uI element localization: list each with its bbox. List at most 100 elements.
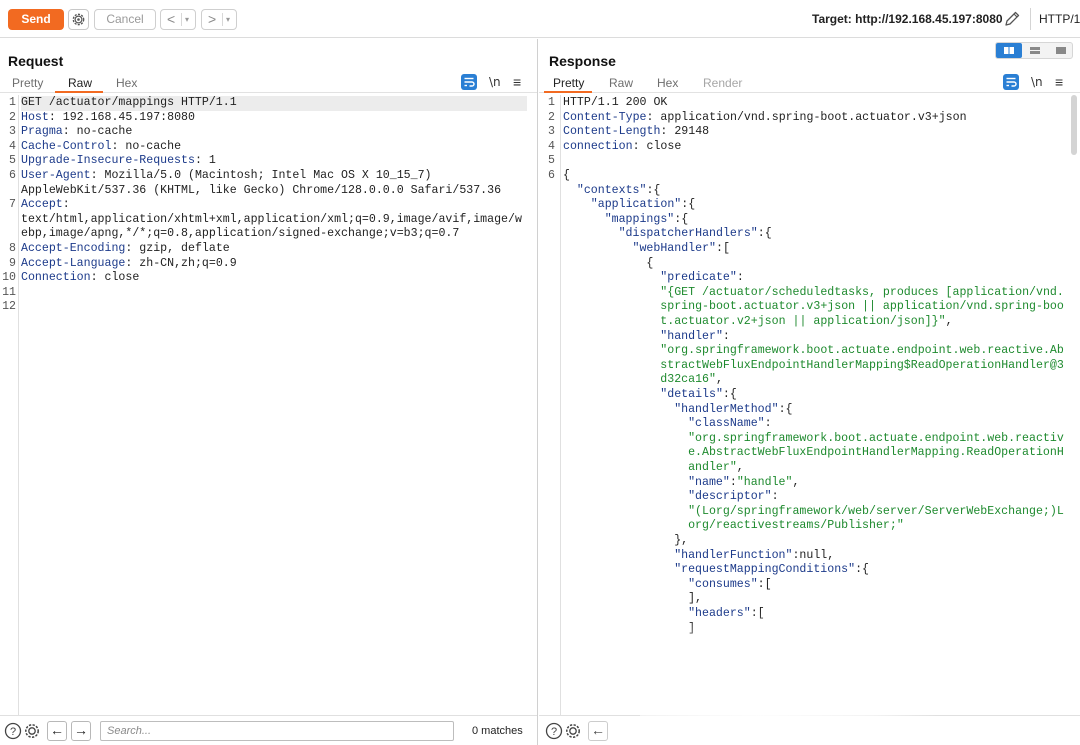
json-key: "handlerFunction" bbox=[674, 548, 793, 562]
target-label: Target: http://192.168.45.197:8080 bbox=[812, 12, 1003, 26]
json-key: "className" bbox=[688, 417, 765, 431]
help-icon[interactable]: ? bbox=[4, 722, 22, 740]
json-punctuation: :{ bbox=[674, 212, 689, 226]
code-line: connection: close bbox=[563, 140, 681, 155]
code-line: stractWebFluxEndpointHandlerMapping$Read… bbox=[660, 359, 1064, 374]
line-number: 1 bbox=[9, 96, 16, 109]
columns-icon bbox=[1004, 47, 1014, 54]
search-prev-button[interactable]: ← bbox=[47, 721, 67, 741]
code-line: Pragma: no-cache bbox=[21, 125, 132, 140]
json-key: Content-Type bbox=[563, 110, 647, 124]
history-back-button[interactable]: < ▾ bbox=[160, 9, 196, 30]
hamburger-menu-icon[interactable]: ≡ bbox=[513, 74, 529, 90]
help-icon[interactable]: ? bbox=[545, 722, 563, 740]
request-panel: Request Pretty Raw Hex \n ≡ 1 GET /actuat… bbox=[0, 39, 538, 745]
hamburger-menu-icon[interactable]: ≡ bbox=[1055, 74, 1071, 90]
vertical-scrollbar[interactable] bbox=[1071, 95, 1077, 155]
search-next-button[interactable]: → bbox=[71, 721, 91, 741]
response-tabs: Pretty Raw Hex Render bbox=[539, 73, 1080, 93]
newline-icon[interactable]: \n bbox=[1031, 74, 1047, 90]
tab-hex[interactable]: Hex bbox=[116, 76, 137, 90]
header-value: no-cache bbox=[69, 125, 133, 139]
tab-raw[interactable]: Raw bbox=[609, 76, 633, 90]
json-key: "consumes" bbox=[688, 577, 758, 591]
line-number: 3 bbox=[9, 125, 16, 139]
json-punctuation: : bbox=[771, 490, 779, 504]
wrap-lines-icon bbox=[1006, 77, 1017, 87]
wrap-lines-button[interactable] bbox=[1003, 74, 1019, 90]
tab-hex[interactable]: Hex bbox=[657, 76, 678, 90]
wrap-lines-button[interactable] bbox=[461, 74, 477, 90]
json-key: "headers" bbox=[688, 607, 751, 620]
code-line: "org.springframework.boot.actuate.endpoi… bbox=[688, 432, 1064, 447]
settings-gear-icon[interactable] bbox=[23, 722, 41, 740]
search-prev-button[interactable]: ← bbox=[588, 721, 608, 741]
settings-gear-icon[interactable] bbox=[564, 722, 582, 740]
code-line: "org.springframework.boot.actuate.endpoi… bbox=[660, 344, 1064, 359]
json-key: "webHandler" bbox=[632, 242, 717, 255]
code-line: "className": bbox=[688, 417, 772, 432]
layout-toggle[interactable] bbox=[995, 42, 1073, 59]
header-value: Mozilla/5.0 (Macintosh; Intel Mac OS X 1… bbox=[97, 169, 432, 182]
tab-raw[interactable]: Raw bbox=[68, 76, 92, 90]
code-line: "mappings":{ bbox=[605, 213, 689, 228]
edit-target-button[interactable] bbox=[1002, 9, 1022, 29]
svg-text:?: ? bbox=[10, 726, 16, 738]
header-colon: : bbox=[62, 125, 70, 139]
tab-render[interactable]: Render bbox=[703, 76, 742, 90]
json-key: "mappings" bbox=[604, 212, 675, 226]
code-line: }, bbox=[674, 534, 688, 549]
chevron-down-icon[interactable]: ▾ bbox=[226, 14, 230, 26]
cancel-button[interactable]: Cancel bbox=[94, 9, 156, 30]
header-value: 192.168.45.197:8080 bbox=[55, 110, 195, 124]
json-punctuation: , bbox=[792, 475, 800, 489]
response-editor[interactable]: 1 HTTP/1.1 200 OK 2 Content-Type: applicati… bbox=[539, 95, 1080, 715]
header-name: Accept-Encoding bbox=[21, 242, 126, 255]
code-line: andler", bbox=[688, 461, 744, 476]
chevron-right-icon: > bbox=[208, 11, 217, 27]
header-value: 1 bbox=[201, 154, 216, 168]
layout-tabs-button[interactable] bbox=[1048, 43, 1074, 58]
send-settings-button[interactable] bbox=[68, 9, 89, 30]
code-line: Content-Type: application/vnd.spring-boo… bbox=[563, 111, 967, 126]
chevron-down-icon[interactable]: ▾ bbox=[185, 14, 189, 26]
divider bbox=[222, 13, 223, 26]
send-button[interactable]: Send bbox=[8, 9, 64, 30]
code-line: { bbox=[563, 169, 570, 184]
json-string: stractWebFluxEndpointHandlerMapping$Read… bbox=[660, 358, 1064, 372]
arrow-right-icon: → bbox=[74, 722, 88, 738]
header-colon: : bbox=[194, 154, 202, 168]
history-forward-button[interactable]: > ▾ bbox=[201, 9, 237, 30]
active-tab-indicator bbox=[55, 91, 103, 93]
json-string: t.actuator.v2+json || application/json]}… bbox=[660, 315, 946, 328]
json-punctuation: :{ bbox=[722, 388, 737, 401]
request-editor[interactable]: 1 GET /actuator/mappings HTTP/1.1 2 Host: 1… bbox=[0, 95, 537, 715]
json-punctuation: , bbox=[945, 315, 953, 328]
code-line: ] bbox=[688, 622, 695, 637]
match-count: 0 matches bbox=[472, 725, 523, 737]
code-line: "handlerMethod":{ bbox=[674, 403, 792, 418]
header-value: no-cache bbox=[118, 139, 182, 153]
search-input[interactable]: Search... bbox=[100, 721, 454, 741]
code-line: AppleWebKit/537.36 (KHTML, like Gecko) C… bbox=[21, 183, 502, 197]
json-key: "requestMappingConditions" bbox=[674, 563, 856, 577]
line-number: 5 bbox=[9, 154, 16, 168]
json-string: "org.springframework.boot.actuate.endpoi… bbox=[688, 431, 1064, 445]
json-punctuation: : 29148 bbox=[660, 125, 710, 139]
json-punctuation: :{ bbox=[757, 227, 772, 241]
code-line: "headers":[ bbox=[688, 607, 765, 622]
tab-pretty[interactable]: Pretty bbox=[553, 76, 584, 90]
code-line: "webHandler":[ bbox=[633, 242, 730, 257]
svg-text:?: ? bbox=[551, 726, 557, 738]
layout-side-by-side-button[interactable] bbox=[996, 43, 1022, 58]
code-line: User-Agent: Mozilla/5.0 (Macintosh; Inte… bbox=[21, 169, 432, 184]
json-string: e.AbstractWebFluxEndpointHandlerMapping.… bbox=[688, 446, 1064, 460]
json-key: "application" bbox=[590, 198, 682, 212]
layout-stacked-button[interactable] bbox=[1022, 43, 1048, 58]
tab-pretty[interactable]: Pretty bbox=[12, 76, 43, 90]
http-version-toggle[interactable]: HTTP/1 bbox=[1039, 12, 1080, 26]
newline-icon[interactable]: \n bbox=[489, 74, 505, 90]
line-number: 9 bbox=[9, 256, 16, 270]
header-name: Connection bbox=[21, 271, 91, 285]
header-name: Upgrade-Insecure-Requests bbox=[21, 154, 195, 168]
